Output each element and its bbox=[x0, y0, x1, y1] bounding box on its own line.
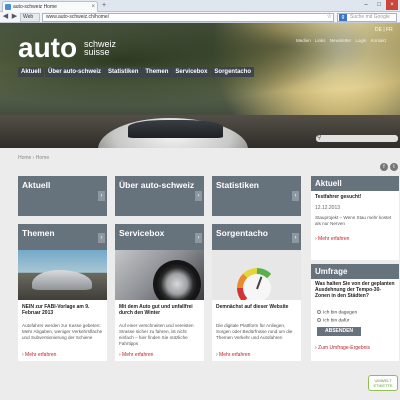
tile-title: Statistiken bbox=[216, 180, 259, 190]
tile-ueber[interactable]: Über auto-schweiz › bbox=[115, 176, 204, 216]
url-text: www.auto-schweiz.ch/home/ bbox=[46, 14, 110, 20]
meta-link-medien[interactable]: Medien bbox=[296, 38, 311, 43]
chevron-right-icon: › bbox=[98, 191, 105, 201]
card-themen[interactable]: Themen › NEIN zur FABI-Vorlage am 9. Feb… bbox=[18, 224, 107, 361]
chevron-right-icon: › bbox=[195, 191, 202, 201]
sidebar-text: Stauprojekt – Wenn Stau mehr kostet als … bbox=[315, 215, 392, 226]
sidebar-aktuell: Aktuell Testfahrer gesucht! 12.12.2013 S… bbox=[311, 176, 399, 260]
card-header: Themen › bbox=[18, 224, 107, 250]
card-image bbox=[18, 250, 107, 300]
card-header: Servicebox › bbox=[115, 224, 204, 250]
card-title: Servicebox bbox=[119, 228, 165, 238]
submit-button[interactable]: ABSENDEN bbox=[317, 327, 361, 336]
tile-statistiken[interactable]: Statistiken › bbox=[212, 176, 301, 216]
logo-sub-suisse: suisse bbox=[84, 47, 110, 57]
address-bar[interactable]: www.auto-schweiz.ch/home/ ☆ bbox=[42, 13, 334, 22]
radio-icon[interactable] bbox=[317, 318, 321, 322]
gauge-icon bbox=[237, 268, 277, 300]
sidebar-heading: Umfrage bbox=[311, 264, 399, 279]
meta-link-kontakt[interactable]: Kontakt bbox=[371, 38, 386, 43]
poll-question: Was halten Sie von der geplanten Ausdehn… bbox=[315, 281, 395, 299]
logo-sub: schweiz suisse bbox=[84, 40, 144, 57]
card-image bbox=[212, 250, 301, 300]
search-icon[interactable]: ⚲ bbox=[317, 134, 321, 141]
more-link[interactable]: › Mehr erfahren bbox=[216, 352, 250, 358]
browser-nav-bar: ◀ ▶ Web www.auto-schweiz.ch/home/ ☆ g Su… bbox=[0, 12, 400, 23]
poll-option-label: Ich bin dagegen bbox=[323, 310, 358, 316]
more-link[interactable]: › Mehr erfahren bbox=[119, 352, 153, 358]
nav-item-statistiken[interactable]: Statistiken bbox=[105, 67, 142, 77]
card-headline: Mit dem Auto gut und unfallfrei durch de… bbox=[119, 304, 193, 316]
chevron-right-icon: › bbox=[292, 233, 299, 243]
nav-item-servicebox[interactable]: Servicebox bbox=[172, 67, 211, 77]
tile-aktuell[interactable]: Aktuell › bbox=[18, 176, 107, 216]
maximize-icon[interactable]: □ bbox=[373, 0, 385, 10]
card-header: Sorgentacho › bbox=[212, 224, 301, 250]
meta-link-newsletter[interactable]: Newsletter bbox=[330, 38, 351, 43]
bookmark-star-icon[interactable]: ☆ bbox=[327, 14, 332, 21]
poll-option[interactable]: Ich bin dafür bbox=[317, 318, 349, 323]
more-link[interactable]: › Mehr erfahren bbox=[22, 352, 56, 358]
card-title: Sorgentacho bbox=[216, 228, 268, 238]
nav-item-aktuell[interactable]: Aktuell bbox=[18, 67, 45, 77]
sidebar-subtitle[interactable]: Testfahrer gesucht! bbox=[315, 194, 361, 200]
language-switcher[interactable]: DE | FR bbox=[375, 27, 393, 33]
tile-title: Über auto-schweiz bbox=[119, 180, 195, 190]
nav-item-sorgentacho[interactable]: Sorgentacho bbox=[211, 67, 255, 77]
nav-item-ueber[interactable]: Über auto-schweiz bbox=[45, 67, 105, 77]
umwelt-etikette-logo[interactable]: UMWELT ETIKETTE bbox=[368, 375, 398, 391]
radio-icon[interactable] bbox=[317, 310, 321, 314]
card-text: Auf einer verschneiten und vereisten Str… bbox=[119, 323, 194, 346]
meta-link-login[interactable]: Login bbox=[355, 38, 366, 43]
logo-main: auto bbox=[18, 32, 78, 63]
poll-option[interactable]: Ich bin dagegen bbox=[317, 310, 357, 315]
new-tab-icon[interactable]: + bbox=[100, 2, 108, 10]
tab-title: auto-schweiz Home bbox=[13, 4, 57, 10]
site-favicon-icon bbox=[5, 4, 11, 10]
google-icon: g bbox=[339, 14, 347, 21]
card-headline: Demnächst auf dieser Website bbox=[216, 304, 289, 310]
card-text: Autofahrer werden zur Kasse gebeten: Meh… bbox=[22, 323, 103, 340]
card-servicebox[interactable]: Servicebox › Mit dem Auto gut und unfall… bbox=[115, 224, 204, 361]
poll-result-link[interactable]: › Zum Umfrage-Ergebnis bbox=[315, 345, 370, 351]
card-text: Die digitale Plattform für Anliegen, Sor… bbox=[216, 323, 293, 340]
card-sorgentacho[interactable]: Sorgentacho › Demnächst auf dieser Websi… bbox=[212, 224, 301, 361]
browser-tab[interactable]: auto-schweiz Home × bbox=[2, 1, 98, 12]
close-window-icon[interactable]: × bbox=[386, 0, 398, 10]
forward-icon[interactable]: ▶ bbox=[10, 13, 19, 22]
card-title: Themen bbox=[22, 228, 55, 238]
site-search-input[interactable]: ⚲ bbox=[316, 135, 398, 142]
breadcrumb[interactable]: Home › Home bbox=[18, 155, 49, 161]
sidebar-date: 12.12.2013 bbox=[315, 205, 341, 211]
browser-tab-bar: auto-schweiz Home × + – □ × bbox=[0, 0, 400, 12]
more-link[interactable]: › Mehr erfahren bbox=[315, 236, 349, 242]
chevron-right-icon: › bbox=[195, 233, 202, 243]
browser-search-input[interactable]: g Suche mit Google bbox=[337, 13, 397, 22]
web-button[interactable]: Web bbox=[20, 13, 40, 22]
close-tab-icon[interactable]: × bbox=[91, 2, 95, 12]
card-image bbox=[115, 250, 204, 300]
back-icon[interactable]: ◀ bbox=[1, 13, 10, 22]
minimize-icon[interactable]: – bbox=[360, 0, 372, 10]
chevron-right-icon: › bbox=[292, 191, 299, 201]
meta-nav: Medien Links Newsletter Login Kontakt bbox=[296, 37, 398, 45]
meta-link-links[interactable]: Links bbox=[315, 38, 326, 43]
chevron-right-icon: › bbox=[98, 233, 105, 243]
sidebar-heading: Aktuell bbox=[311, 176, 399, 191]
tile-title: Aktuell bbox=[22, 180, 51, 190]
browser-search-placeholder: Suche mit Google bbox=[350, 14, 390, 20]
twitter-icon[interactable]: t bbox=[390, 163, 398, 171]
sidebar-umfrage: Umfrage Was halten Sie von der geplanten… bbox=[311, 264, 399, 361]
facebook-icon[interactable]: f bbox=[380, 163, 388, 171]
card-headline: NEIN zur FABI-Vorlage am 9. Februar 2013 bbox=[22, 304, 90, 316]
nav-item-themen[interactable]: Themen bbox=[142, 67, 172, 77]
main-nav: Aktuell Über auto-schweiz Statistiken Th… bbox=[18, 67, 255, 77]
site-logo[interactable]: auto schweiz suisse bbox=[18, 32, 116, 63]
poll-option-label: Ich bin dafür bbox=[323, 318, 350, 324]
car-windshield bbox=[128, 120, 223, 138]
